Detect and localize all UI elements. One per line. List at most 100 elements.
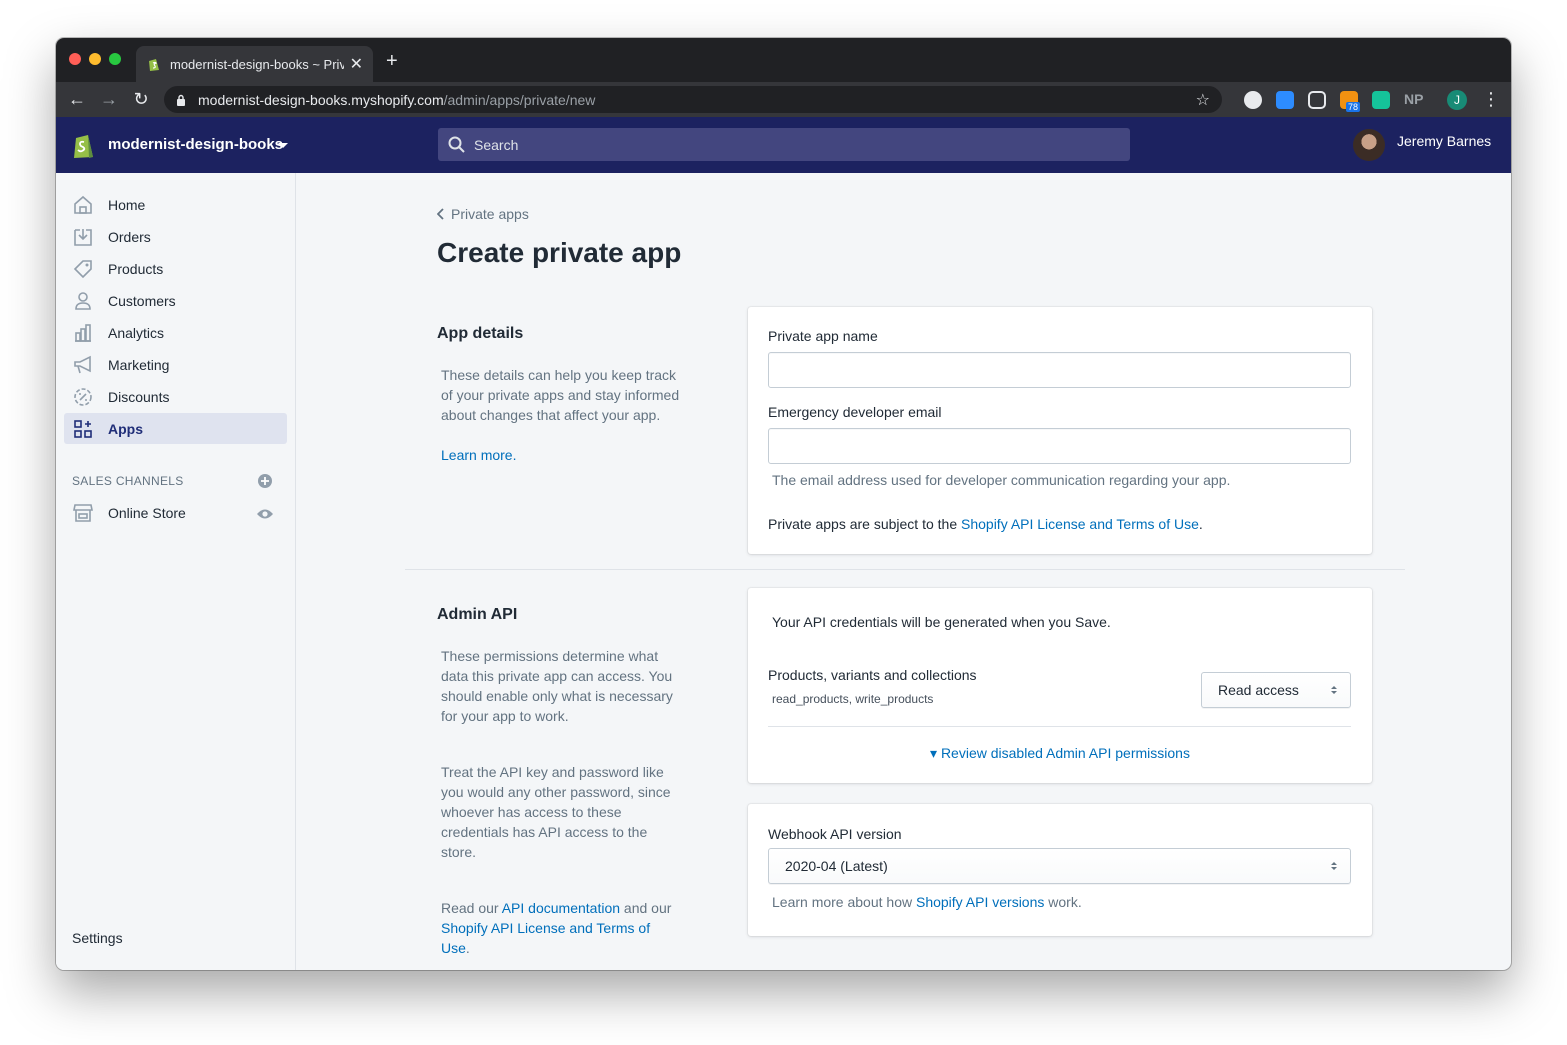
main-content: Private apps Create private app App deta… [297,173,1511,970]
store-icon [73,504,93,522]
api-documentation-link[interactable]: API documentation [502,900,620,916]
sales-channels-heading: SALES CHANNELS [72,474,184,488]
api-docs-note: Read our API documentation and our Shopi… [441,898,681,958]
read-our-text: Read our [441,900,502,916]
address-bar[interactable]: modernist-design-books.myshopify.com/adm… [164,86,1222,113]
sidebar-item-online-store[interactable]: Online Store [64,497,287,528]
back-button[interactable]: ← [66,88,88,110]
permission-separator [768,726,1351,727]
grammarly-extension-icon[interactable] [1372,91,1390,109]
sidebar-item-label: Discounts [108,388,170,405]
add-sales-channel-icon[interactable] [257,473,273,489]
email-help-text: The email address used for developer com… [772,472,1231,488]
profile-avatar[interactable]: J [1447,90,1467,110]
webhook-help: Learn more about how Shopify API version… [772,894,1082,910]
zoom-extension-icon[interactable] [1276,91,1294,109]
minimize-window-button[interactable] [89,53,101,65]
np-extension-icon[interactable]: NP [1404,91,1423,107]
browser-toolbar: ← → ↻ modernist-design-books.myshopify.c… [56,82,1511,117]
reload-button[interactable]: ↻ [130,88,152,110]
sidebar-item-orders[interactable]: Orders [64,221,287,252]
chevron-down-icon[interactable] [278,143,288,148]
sidebar-item-analytics[interactable]: Analytics [64,317,287,348]
pocket-extension-icon[interactable] [1308,91,1326,109]
lock-icon [177,94,185,106]
admin-api-description: These permissions determine what data th… [441,648,673,724]
forward-button[interactable]: → [98,88,120,110]
browser-tab[interactable]: modernist-design-books ~ Priva ✕ [136,46,373,82]
sidebar-item-label: Online Store [108,504,186,521]
sidebar-item-marketing[interactable]: Marketing [64,349,287,380]
app-name-input[interactable] [768,352,1351,388]
select-arrows-icon [1331,862,1337,870]
review-disabled-permissions-button[interactable]: ▾ Review disabled Admin API permissions [748,745,1372,762]
new-tab-button[interactable]: + [386,51,398,71]
sidebar-item-label: Marketing [108,356,170,373]
breadcrumb[interactable]: Private apps [437,206,529,222]
user-avatar[interactable] [1353,129,1385,161]
sidebar-item-label: Apps [108,420,143,437]
api-versions-link[interactable]: Shopify API versions [916,894,1044,910]
admin-top-bar: modernist-design-books Search Jeremy Bar… [56,117,1511,173]
search-icon [448,136,465,153]
terms-suffix: . [1198,516,1203,532]
api-terms-link[interactable]: Shopify API License and Terms of Use [441,920,650,956]
app-details-heading: App details [437,325,524,342]
user-name[interactable]: Jeremy Barnes [1397,133,1491,149]
webhook-card: Webhook API version 2020-04 (Latest) Lea… [748,804,1372,936]
sidebar: Home Orders Products Customers Analytics… [56,173,296,970]
tag-icon [73,260,92,279]
eye-icon[interactable] [256,505,274,523]
terms-link[interactable]: Shopify API License and Terms of Use [961,516,1199,532]
orders-icon [74,229,92,246]
shopify-favicon-icon [149,59,159,71]
section-divider [405,569,1405,570]
app-details-card: Private app name Emergency developer ema… [748,307,1372,554]
password-extension-icon[interactable] [1244,91,1262,109]
store-name[interactable]: modernist-design-books [108,136,283,153]
browser-window: modernist-design-books ~ Priva ✕ + ← → ↻… [56,38,1511,970]
tab-close-icon[interactable]: ✕ [350,54,363,74]
learn-more-link[interactable]: Learn more. [441,445,681,465]
sidebar-item-label: Orders [108,228,151,245]
tab-strip: modernist-design-books ~ Priva ✕ + [56,38,1511,82]
url-path: /admin/apps/private/new [443,91,596,108]
sidebar-item-label: Customers [108,292,176,309]
permission-select-value: Read access [1218,682,1299,698]
maximize-window-button[interactable] [109,53,121,65]
sidebar-item-apps[interactable]: Apps [64,413,287,444]
admin-api-heading: Admin API [437,606,518,623]
permission-scopes: read_products, write_products [772,692,934,706]
sidebar-item-customers[interactable]: Customers [64,285,287,316]
period-text: . [465,940,470,956]
sidebar-item-label: Home [108,196,146,213]
home-icon [74,195,92,214]
bookmark-star-icon[interactable]: ☆ [1196,90,1210,110]
breadcrumb-label: Private apps [451,206,529,222]
webhook-help-suffix: work. [1044,894,1082,910]
person-icon [75,292,91,310]
sidebar-item-discounts[interactable]: Discounts [64,381,287,412]
search-bar[interactable]: Search [438,128,1130,161]
rss-badge: 78 [1346,102,1361,112]
sidebar-item-products[interactable]: Products [64,253,287,284]
credentials-warning: Treat the API key and password like you … [441,764,671,860]
webhook-version-select[interactable]: 2020-04 (Latest) [768,848,1351,884]
permission-select[interactable]: Read access [1201,672,1351,708]
permission-label: Products, variants and collections [768,667,977,683]
search-placeholder: Search [474,136,519,153]
app-name-label: Private app name [768,328,878,344]
discount-icon [74,388,92,406]
email-field[interactable] [768,428,1351,464]
webhook-help-prefix: Learn more about how [772,894,916,910]
bar-chart-icon [75,324,91,342]
sidebar-item-home[interactable]: Home [64,189,287,220]
shopify-logo-icon[interactable] [72,131,96,159]
webhook-version-label: Webhook API version [768,826,902,842]
and-our-text: and our [620,900,672,916]
browser-menu-icon[interactable]: ⋮ [1482,89,1500,110]
sidebar-item-settings[interactable]: Settings [72,930,123,946]
page-title: Create private app [437,237,682,268]
webhook-version-value: 2020-04 (Latest) [785,858,888,874]
close-window-button[interactable] [69,53,81,65]
